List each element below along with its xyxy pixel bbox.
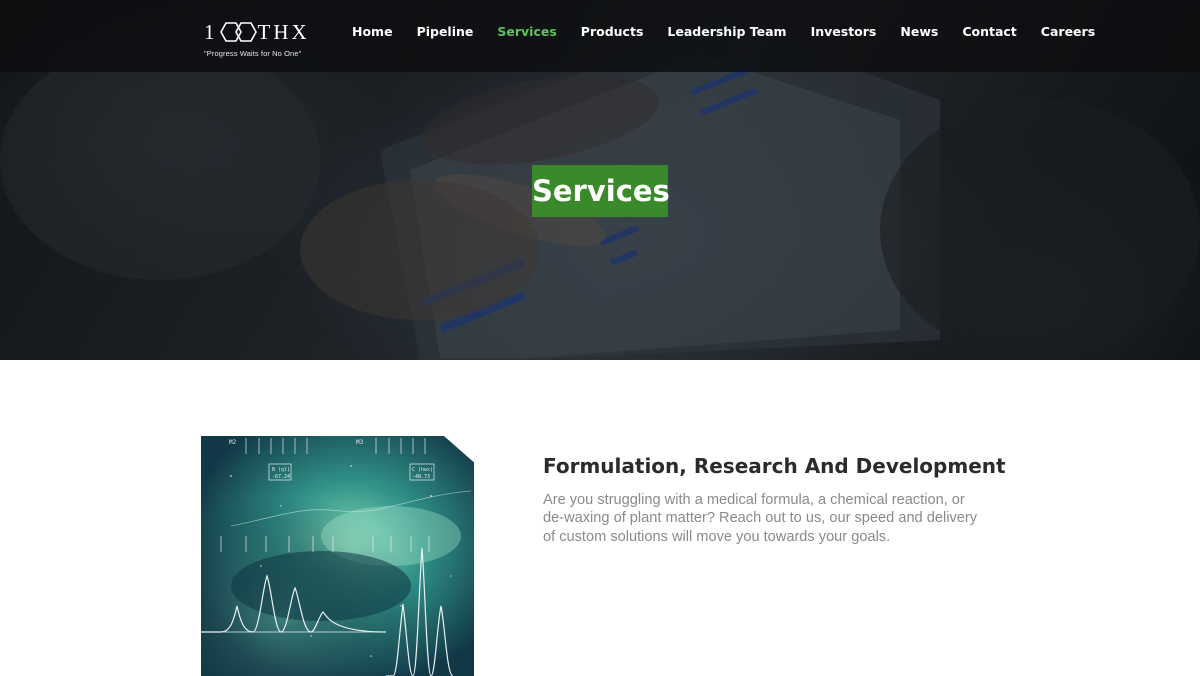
nav-item-contact[interactable]: Contact [962, 23, 1016, 41]
logo-tagline: "Progress Waits for No One" [204, 49, 302, 58]
nav-item-home[interactable]: Home [352, 23, 393, 41]
marker-m2-label: M2 [229, 439, 237, 446]
logo-text-one: 1 [204, 20, 215, 44]
peak-right-title: C (hex) [412, 467, 433, 473]
nav-item-news[interactable]: News [900, 23, 938, 41]
peak-right-value: -48.73 [412, 474, 430, 480]
hexagon-molecule-icon [216, 20, 258, 44]
nav-item-leadership-team[interactable]: Leadership Team [667, 23, 786, 41]
main-menu: Home Pipeline Services Products Leadersh… [340, 23, 1119, 41]
logo-mark: 1 THX [204, 18, 314, 46]
nav-item-services[interactable]: Services [497, 23, 556, 41]
company-logo[interactable]: 1 THX "Progress Waits for No One" [204, 18, 314, 64]
marker-m3-label: M3 [356, 439, 364, 446]
service-illustration-image: M2 M3 B (ql) -67.24 C (hex) -48.73 [201, 436, 474, 676]
nav-item-investors[interactable]: Investors [811, 23, 877, 41]
nav-item-pipeline[interactable]: Pipeline [417, 23, 474, 41]
service-description: Are you struggling with a medical formul… [543, 492, 978, 545]
nav-item-products[interactable]: Products [581, 23, 644, 41]
logo-text-thx: THX [257, 20, 310, 44]
peak-left-value: -67.24 [272, 474, 290, 480]
service-heading: Formulation, Research And Development [543, 454, 1006, 478]
peak-left-title: B (ql) [272, 467, 290, 473]
nav-item-careers[interactable]: Careers [1041, 23, 1095, 41]
page-title: Services [532, 165, 670, 217]
top-navigation-bar: 1 THX "Progress Waits for No One" Home P… [0, 0, 1200, 72]
